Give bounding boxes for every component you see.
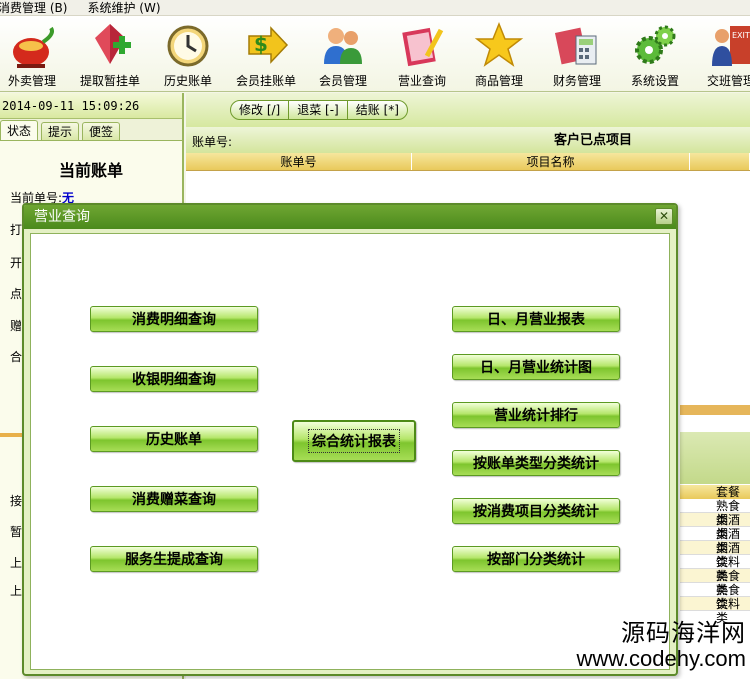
business-query-label: 营业查询 (397, 74, 446, 88)
table-row: 熟食类 (680, 499, 750, 527)
department-stats-button[interactable]: 按部门分类统计 (452, 546, 620, 572)
lower-line-4: 上 (10, 584, 23, 598)
table-row: 饮料类 (680, 597, 750, 625)
history-bill-button[interactable]: 历史账单 (150, 20, 226, 90)
dialog-title-bar[interactable]: 营业查询 ✕ (24, 205, 676, 229)
bill-line-3: 点 (10, 287, 23, 301)
menu-consumption[interactable]: 消费管理 (B) (0, 0, 73, 16)
watermark-site-name: 源码海洋网 (621, 620, 746, 647)
left-panel-tabs: 状态 提示 便签 (0, 119, 182, 141)
tab-status[interactable]: 状态 (0, 120, 39, 140)
takeout-button[interactable]: 外卖管理 (0, 20, 70, 90)
table-row: 饮料类 (680, 555, 750, 583)
account-number-label: 账单号: (192, 135, 233, 149)
return-dish-button[interactable]: 退菜 [-] (289, 101, 348, 119)
finance-calculator-icon (554, 27, 597, 65)
shift-manage-button[interactable]: EXIT 交班管理 (693, 20, 750, 90)
takeout-teapot-icon (13, 26, 54, 68)
system-settings-button[interactable]: 系统设置 (617, 20, 693, 90)
dialog-body: 消费明细查询 收银明细查询 历史账单 消费赠菜查询 服务生提成查询 综合统计报表… (30, 233, 670, 670)
items-table-header: 账单号 项目名称 (186, 153, 750, 171)
member-manage-label: 会员管理 (318, 74, 367, 88)
ordered-items-title: 客户已点项目 (554, 133, 633, 148)
bill-line-2: 开 (10, 256, 23, 270)
action-pill-group: 修改 [/] 退菜 [-] 结账 [*] (230, 100, 408, 120)
table-row: 烟酒类 (680, 541, 750, 569)
right-lower-bar (680, 432, 750, 484)
goods-manage-button[interactable]: 商品管理 (461, 20, 537, 90)
lower-line-2: 暂 (10, 525, 23, 539)
goods-manage-label: 商品管理 (474, 74, 523, 88)
business-ranking-button[interactable]: 营业统计排行 (452, 402, 620, 428)
history-bill-query-button[interactable]: 历史账单 (90, 426, 258, 452)
action-bar: 修改 [/] 退菜 [-] 结账 [*] (186, 93, 750, 127)
tab-notes[interactable]: 便签 (82, 122, 121, 140)
history-bill-label: 历史账单 (163, 74, 212, 88)
business-query-dialog: 营业查询 ✕ 消费明细查询 收银明细查询 历史账单 消费赠菜查询 服务生提成查询… (22, 203, 678, 676)
lower-line-1: 接 (10, 494, 23, 508)
finance-manage-label: 财务管理 (552, 74, 601, 88)
daily-monthly-report-button[interactable]: 日、月营业报表 (452, 306, 620, 332)
member-credit-label: 会员挂账单 (235, 74, 296, 88)
svg-text:EXIT: EXIT (732, 31, 750, 40)
watermark: 源码海洋网 www.codehy.com (576, 620, 746, 670)
table-row: 熟食类 (680, 583, 750, 611)
menu-bar: 消费管理 (B) 系统维护 (W) (0, 0, 750, 16)
member-credit-icon: $ (248, 26, 289, 64)
current-bill-title: 当前账单 (58, 161, 123, 180)
retrieve-pending-label: 提取暂挂单 (79, 74, 140, 88)
checkout-button[interactable]: 结账 [*] (348, 101, 407, 119)
dialog-close-button[interactable]: ✕ (655, 208, 673, 225)
cashier-detail-query-button[interactable]: 收银明细查询 (90, 366, 258, 392)
system-settings-label: 系统设置 (630, 74, 679, 88)
col-extra (690, 153, 750, 170)
consumption-detail-query-button[interactable]: 消费明细查询 (90, 306, 258, 332)
svg-text:$: $ (254, 32, 268, 56)
bill-line-5: 合 (10, 350, 23, 364)
shift-manage-label: 交班管理 (706, 74, 750, 88)
main-toolbar: 外卖管理 提取暂挂单 历史账单 $ 会员挂账单 会员管理 营业查询 商品管理 财… (0, 16, 750, 92)
history-clock-icon (167, 25, 209, 67)
lower-line-3: 上 (10, 556, 23, 570)
datetime-display: 2014-09-11 15:09:26 (0, 93, 182, 119)
bill-line-4: 赠 (10, 319, 23, 333)
retrieve-pending-icon (95, 24, 131, 64)
retrieve-pending-button[interactable]: 提取暂挂单 (72, 20, 148, 90)
comprehensive-report-button[interactable]: 综合统计报表 (292, 420, 416, 462)
comprehensive-report-label: 综合统计报表 (308, 429, 400, 453)
bill-info-bar: 账单号: 客户已点项目 (186, 127, 750, 153)
settings-gears-icon (635, 25, 676, 64)
waiter-commission-query-button[interactable]: 服务生提成查询 (90, 546, 258, 572)
member-manage-button[interactable]: 会员管理 (305, 20, 381, 90)
member-credit-button[interactable]: $ 会员挂账单 (228, 20, 304, 90)
bill-type-stats-button[interactable]: 按账单类型分类统计 (452, 450, 620, 476)
watermark-url: www.codehy.com (576, 646, 746, 671)
strip-header: 套餐 (680, 485, 750, 499)
gift-dish-query-button[interactable]: 消费赠菜查询 (90, 486, 258, 512)
business-query-icon (402, 27, 444, 67)
takeout-label: 外卖管理 (7, 74, 56, 88)
finance-manage-button[interactable]: 财务管理 (539, 20, 615, 90)
table-row: 烟酒类 (680, 527, 750, 555)
consumption-item-stats-button[interactable]: 按消费项目分类统计 (452, 498, 620, 524)
menu-system-maintenance[interactable]: 系统维护 (W) (87, 0, 166, 16)
table-row: 烟酒类 (680, 513, 750, 541)
bill-line-1: 打 (10, 223, 23, 237)
shift-exit-icon: EXIT (712, 26, 750, 66)
right-divider (680, 405, 750, 415)
business-query-button[interactable]: 营业查询 (384, 20, 460, 90)
tab-hints[interactable]: 提示 (41, 122, 80, 140)
members-people-icon (324, 28, 362, 64)
col-item-name: 项目名称 (412, 153, 690, 170)
daily-monthly-chart-button[interactable]: 日、月营业统计图 (452, 354, 620, 380)
col-account-number: 账单号 (186, 153, 412, 170)
modify-button[interactable]: 修改 [/] (231, 101, 290, 119)
goods-star-icon (474, 21, 524, 67)
table-row: 熟食类 (680, 569, 750, 597)
dialog-title: 营业查询 (34, 209, 90, 225)
